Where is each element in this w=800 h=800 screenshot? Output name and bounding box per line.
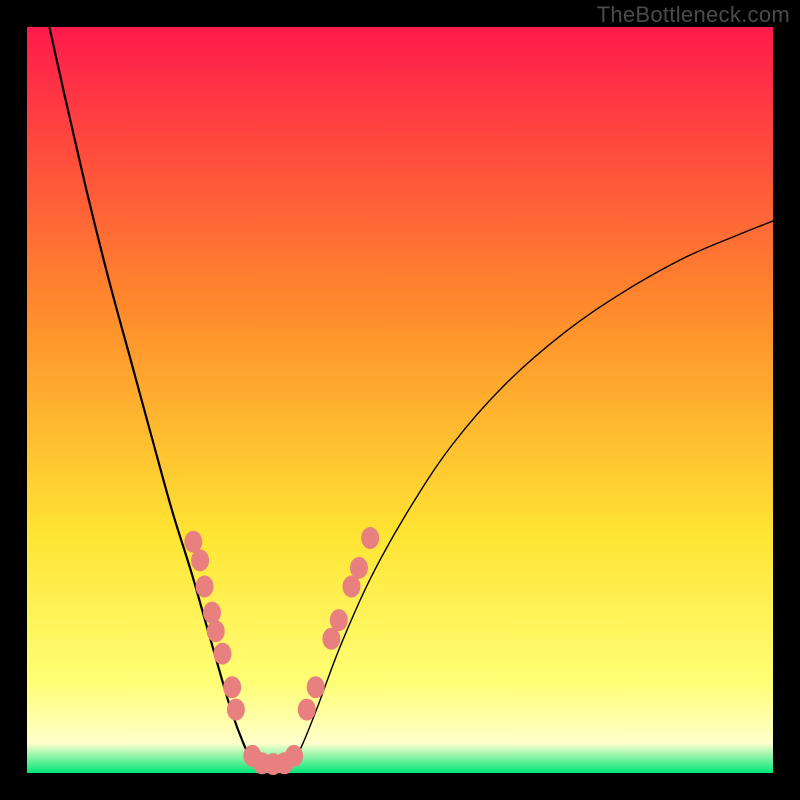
data-marker	[361, 527, 379, 549]
data-marker	[196, 576, 214, 598]
data-marker	[223, 676, 241, 698]
curve-layer	[27, 27, 773, 773]
curve-right-branch	[292, 221, 773, 766]
watermark-label: TheBottleneck.com	[597, 2, 790, 28]
data-marker	[330, 609, 348, 631]
data-marker	[307, 676, 325, 698]
data-marker	[298, 699, 316, 721]
data-marker	[322, 628, 340, 650]
data-marker	[350, 557, 368, 579]
data-marker	[285, 745, 303, 767]
chart-frame: TheBottleneck.com	[0, 0, 800, 800]
data-marker	[191, 549, 209, 571]
data-marker	[213, 643, 231, 665]
data-marker	[203, 602, 221, 624]
data-marker	[343, 576, 361, 598]
curve-group	[49, 27, 773, 770]
data-marker	[227, 699, 245, 721]
data-marker	[207, 620, 225, 642]
